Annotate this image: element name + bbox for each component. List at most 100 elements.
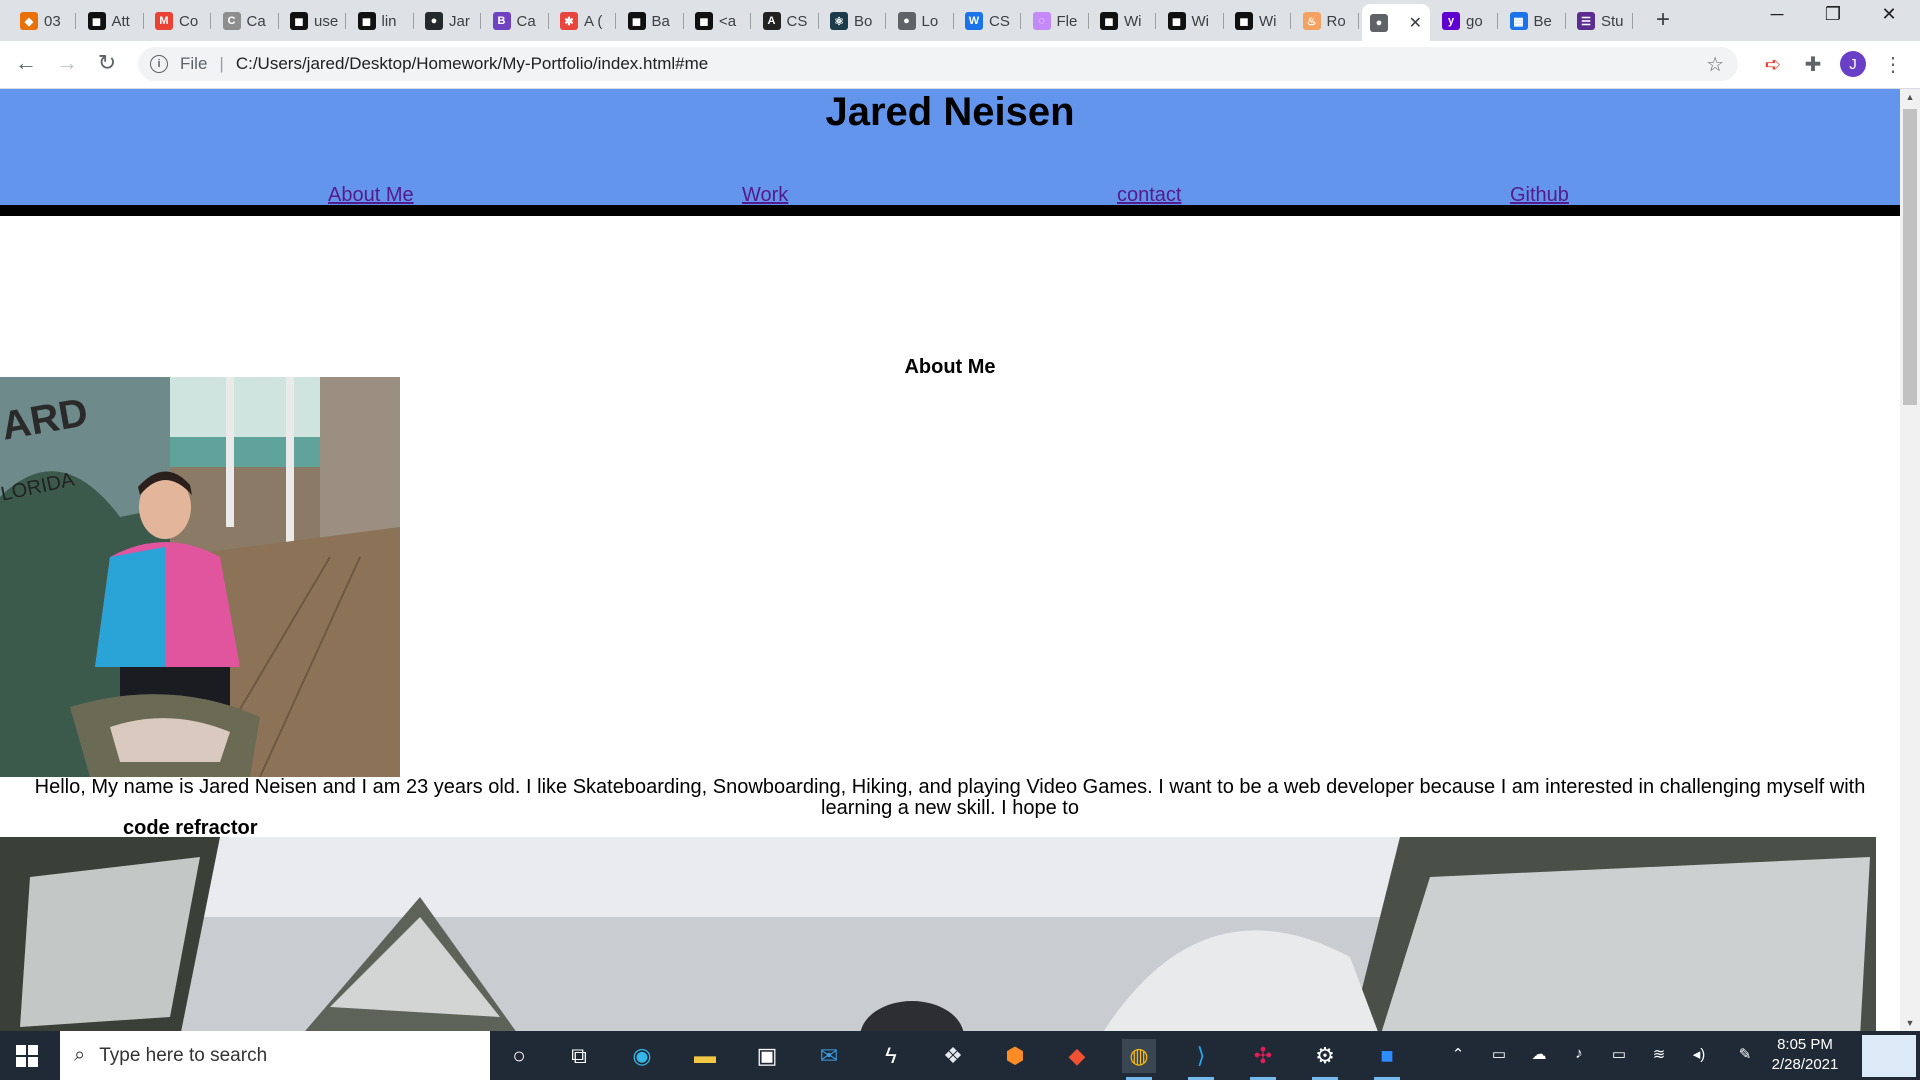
page-scrollbar[interactable]: ▲ ▼ — [1900, 89, 1920, 1031]
vscode-icon[interactable]: ⟩ — [1184, 1039, 1218, 1080]
battery-icon[interactable]: ▭ — [1608, 1045, 1630, 1063]
browser-tab[interactable]: ◼ lin — [350, 6, 414, 36]
scroll-up-arrow-icon[interactable]: ▲ — [1900, 92, 1920, 102]
tab-title: <a — [719, 12, 737, 30]
tab-title: Wi — [1191, 12, 1210, 30]
dropbox-icon[interactable]: ❖ — [936, 1039, 970, 1073]
scheme-label: File — [180, 54, 208, 73]
browser-tab[interactable]: ✱ A ( — [552, 6, 616, 36]
extension-cast-icon[interactable]: ➪ — [1760, 52, 1786, 77]
project-image[interactable] — [0, 837, 1876, 1031]
browser-tab[interactable]: ◼ Wi — [1160, 6, 1224, 36]
pen-icon[interactable]: ✎ — [1734, 1045, 1756, 1063]
microphone-icon[interactable]: ♪ — [1568, 1045, 1590, 1062]
tab-favicon-icon: W — [965, 12, 983, 30]
taskbar-clock[interactable]: 8:05 PM 2/28/2021 — [1760, 1035, 1850, 1075]
nav-link-github[interactable]: Github — [1510, 184, 1569, 207]
reload-icon[interactable]: ↻ — [93, 50, 121, 76]
tab-title: Ca — [246, 12, 266, 30]
windows-start-icon[interactable] — [16, 1045, 38, 1067]
browser-tab[interactable]: ◼ <a — [687, 6, 751, 36]
forward-arrow-icon[interactable]: → — [53, 50, 81, 76]
tab-favicon-icon: ● — [1370, 13, 1388, 32]
brave-icon[interactable]: ⬢ — [998, 1039, 1032, 1073]
address-bar[interactable]: i File | C:/Users/jared/Desktop/Homework… — [138, 47, 1738, 81]
scrollbar-thumb[interactable] — [1903, 109, 1917, 405]
restore-button[interactable]: ❐ — [1818, 4, 1848, 25]
browser-tab[interactable]: ◼ use — [282, 6, 346, 36]
zoom-icon[interactable]: ■ — [1370, 1039, 1404, 1080]
cortana-icon[interactable]: ○ — [502, 1039, 536, 1073]
tab-close-icon[interactable]: ✕ — [1409, 13, 1422, 33]
about-me-heading: About Me — [904, 356, 996, 378]
new-tab-button[interactable]: + — [1656, 6, 1670, 34]
notification-center-icon[interactable] — [1862, 1035, 1916, 1077]
back-arrow-icon[interactable]: ← — [12, 50, 40, 76]
browser-tab[interactable]: W CS — [957, 6, 1021, 36]
tab-favicon-icon: ◼ — [1100, 12, 1118, 30]
nav-link-work[interactable]: Work — [742, 184, 788, 207]
page-viewport: Jared Neisen About Me Work contact Githu… — [0, 89, 1900, 1031]
onedrive-icon[interactable]: ☁ — [1528, 1045, 1550, 1063]
tab-favicon-icon: C — [222, 12, 241, 30]
close-window-button[interactable]: ✕ — [1874, 4, 1904, 25]
tab-favicon-icon: ✱ — [560, 12, 578, 30]
nav-link-about-me[interactable]: About Me — [328, 184, 414, 207]
browser-tab[interactable]: C Ca — [215, 6, 279, 36]
task-view-icon[interactable]: ⧉ — [562, 1039, 596, 1073]
browser-tab[interactable]: ◼ Wi — [1092, 6, 1156, 36]
minimize-button[interactable]: ─ — [1762, 4, 1792, 25]
nav-link-contact[interactable]: contact — [1117, 184, 1181, 207]
browser-tab[interactable]: A CS — [755, 6, 819, 36]
tab-title: 03 — [44, 12, 61, 30]
browser-tab[interactable]: ◼ Ba — [620, 6, 684, 36]
browser-tab[interactable]: ● Lo — [890, 6, 954, 36]
settings-icon[interactable]: ⚙ — [1308, 1039, 1342, 1080]
tab-favicon-icon: ☰ — [1577, 12, 1595, 30]
profile-avatar[interactable]: J — [1840, 51, 1866, 77]
clock-time: 8:05 PM — [1777, 1036, 1833, 1053]
chrome-icon[interactable]: ◍ — [1122, 1039, 1156, 1080]
volume-icon[interactable]: ◂) — [1688, 1045, 1710, 1063]
tab-favicon-icon: ▦ — [1509, 12, 1528, 30]
tab-title: Wi — [1259, 12, 1277, 30]
browser-tab[interactable]: M Co — [147, 6, 211, 36]
browser-tab[interactable]: ☰ Stu — [1569, 6, 1633, 36]
url-text[interactable]: C:/Users/jared/Desktop/Homework/My-Portf… — [236, 54, 708, 74]
browser-menu-icon[interactable]: ⋮ — [1880, 52, 1906, 77]
tab-title: Ro — [1326, 12, 1346, 30]
tab-title: use — [314, 12, 339, 30]
slack-icon[interactable]: ✣ — [1246, 1039, 1280, 1080]
browser-tab[interactable]: ◼ Att — [80, 6, 144, 36]
meet-now-icon[interactable]: ▭ — [1488, 1045, 1510, 1063]
store-icon[interactable]: ▣ — [750, 1039, 784, 1073]
browser-tab[interactable]: ♨ Ro — [1295, 6, 1359, 36]
browser-tab[interactable]: ● Jar — [417, 6, 481, 36]
browser-tab[interactable]: ◼ Wi — [1227, 6, 1291, 36]
site-info-icon[interactable]: i — [150, 55, 168, 73]
browser-tab[interactable]: ⚛ Bo — [822, 6, 886, 36]
mail-icon[interactable]: ✉ — [812, 1039, 846, 1073]
browser-tab[interactable]: ◌ Fle — [1025, 6, 1089, 36]
browser-tab[interactable]: B Ca — [485, 6, 549, 36]
tray-overflow-icon[interactable]: ⌃ — [1447, 1045, 1469, 1063]
browser-tab[interactable]: ▦ Be — [1502, 6, 1566, 36]
lightning-app-icon[interactable]: ϟ — [874, 1039, 908, 1073]
extensions-puzzle-icon[interactable]: ✚ — [1800, 52, 1826, 77]
tab-title: Lo — [921, 12, 939, 30]
taskbar-search-box[interactable]: ⌕ Type here to search — [60, 1031, 490, 1080]
git-icon[interactable]: ◆ — [1060, 1039, 1094, 1073]
browser-tab[interactable]: ◆ 03 — [12, 6, 76, 36]
bookmark-star-icon[interactable]: ☆ — [1706, 52, 1724, 77]
browser-tab-active[interactable]: ● ✕ — [1362, 4, 1430, 41]
file-explorer-icon[interactable]: ▬ — [688, 1039, 722, 1073]
tab-title: Stu — [1601, 12, 1624, 30]
tab-favicon-icon: ◼ — [1167, 12, 1186, 30]
wifi-icon[interactable]: ≋ — [1648, 1045, 1670, 1063]
tab-favicon-icon: A — [762, 12, 781, 30]
edge-icon[interactable]: ◉ — [625, 1039, 659, 1073]
scroll-down-arrow-icon[interactable]: ▼ — [1900, 1018, 1920, 1028]
tab-title: lin — [381, 12, 397, 30]
tab-title: CS — [786, 12, 808, 30]
browser-tab[interactable]: y go — [1434, 6, 1498, 36]
